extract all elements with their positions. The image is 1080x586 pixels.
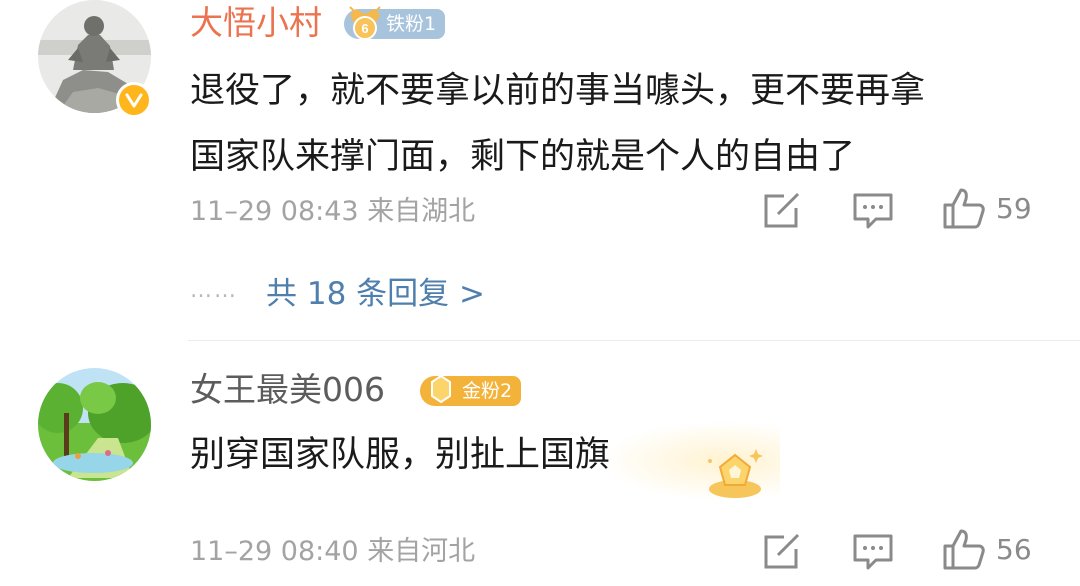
gold-medal-sticker-icon — [708, 449, 763, 498]
comment-meta: 11–29 08:40 来自河北 — [190, 536, 476, 567]
comment-text-line: 国家队来撑门面，剩下的就是个人的自由了 — [190, 137, 856, 177]
svg-text:6: 6 — [361, 21, 368, 36]
fan-badge-label: 铁粉1 — [386, 13, 437, 35]
comment-text-line: 别穿国家队服，别扯上国旗 — [190, 435, 611, 475]
username[interactable]: 女王最美006 — [190, 370, 385, 410]
comment-text-line: 退役了，就不要拿以前的事当噱头，更不要再拿 — [190, 71, 926, 111]
comment-button[interactable] — [852, 192, 894, 230]
avatar[interactable] — [38, 368, 151, 481]
comment-bubble-icon — [853, 193, 893, 229]
comment-meta: 11–29 08:43 来自湖北 — [190, 196, 476, 227]
thumbs-up-icon — [943, 188, 985, 229]
like-button[interactable]: 59 — [942, 186, 1032, 230]
ellipsis-dots: …… — [190, 278, 238, 303]
avatar-garden-image — [38, 368, 151, 481]
share-button[interactable] — [762, 192, 802, 230]
thumbs-up-icon — [943, 529, 985, 570]
fan-badge-label: 金粉2 — [462, 380, 513, 402]
fan-badge[interactable]: 6 铁粉1 — [344, 6, 446, 40]
comment-bubble-icon — [853, 534, 893, 570]
verified-badge-icon — [116, 82, 152, 118]
like-count: 56 — [996, 532, 1032, 566]
edit-share-icon — [764, 533, 800, 569]
diamond-medal-icon — [431, 374, 451, 404]
edit-share-icon — [764, 192, 800, 228]
like-button[interactable]: 56 — [942, 527, 1032, 571]
comment-text: 别穿国家队服，别扯上国旗 — [190, 422, 610, 488]
fan-badge[interactable]: 金粉2 — [420, 374, 522, 406]
crown-medal-icon: 6 — [349, 6, 381, 40]
share-button[interactable] — [762, 533, 802, 571]
like-count: 59 — [996, 191, 1032, 225]
comment-text: 退役了，就不要拿以前的事当噱头，更不要再拿 国家队来撑门面，剩下的就是个人的自由… — [190, 58, 925, 190]
comment-item: 女王最美006 金粉2 别穿国家队服，别扯上国旗 11–29 08:40 来自河… — [0, 341, 1080, 586]
username[interactable]: 大悟小村 — [190, 3, 322, 43]
replies-row: …… 共 18 条回复 > — [190, 268, 485, 313]
view-replies-link[interactable]: 共 18 条回复 > — [266, 268, 485, 313]
comment-item: 大悟小村 6 铁粉1 退役了，就不要拿以前的事当噱头，更不要再拿 国家队来撑门面… — [0, 0, 1080, 340]
comment-button[interactable] — [852, 533, 894, 571]
